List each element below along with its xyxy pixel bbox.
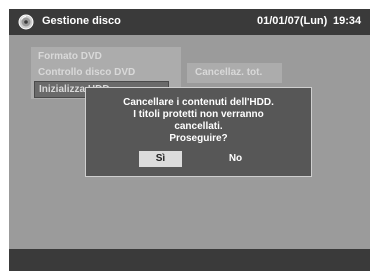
menu-item-dvd-check[interactable]: Controllo disco DVD: [38, 65, 135, 80]
submenu: Cancellaz. tot.: [187, 63, 282, 83]
menu-item-dvd-format[interactable]: Formato DVD: [38, 49, 102, 64]
page-title: Gestione disco: [42, 15, 121, 27]
header-bar: Gestione disco 01/01/07(Lun) 19:34: [9, 9, 370, 35]
submenu-item-delete-all[interactable]: Cancellaz. tot.: [195, 67, 262, 78]
time-display: 19:34: [333, 15, 362, 27]
dialog-message-line: cancellati.: [174, 121, 223, 132]
dialog-message-line: Cancellare i contenuti dell'HDD.: [123, 97, 274, 108]
disc-management-screen: Gestione disco 01/01/07(Lun) 19:34 Forma…: [9, 9, 370, 271]
dialog-question: Proseguire?: [169, 133, 228, 144]
confirm-dialog: Cancellare i contenuti dell'HDD. I titol…: [85, 87, 312, 177]
no-button[interactable]: No: [214, 151, 257, 167]
date-display: 01/01/07(Lun): [257, 15, 328, 27]
status-bar: [9, 249, 370, 271]
yes-button[interactable]: Sì: [139, 151, 182, 167]
dialog-message-line: I titoli protetti non verranno: [133, 109, 264, 120]
disc-icon: [18, 14, 34, 30]
